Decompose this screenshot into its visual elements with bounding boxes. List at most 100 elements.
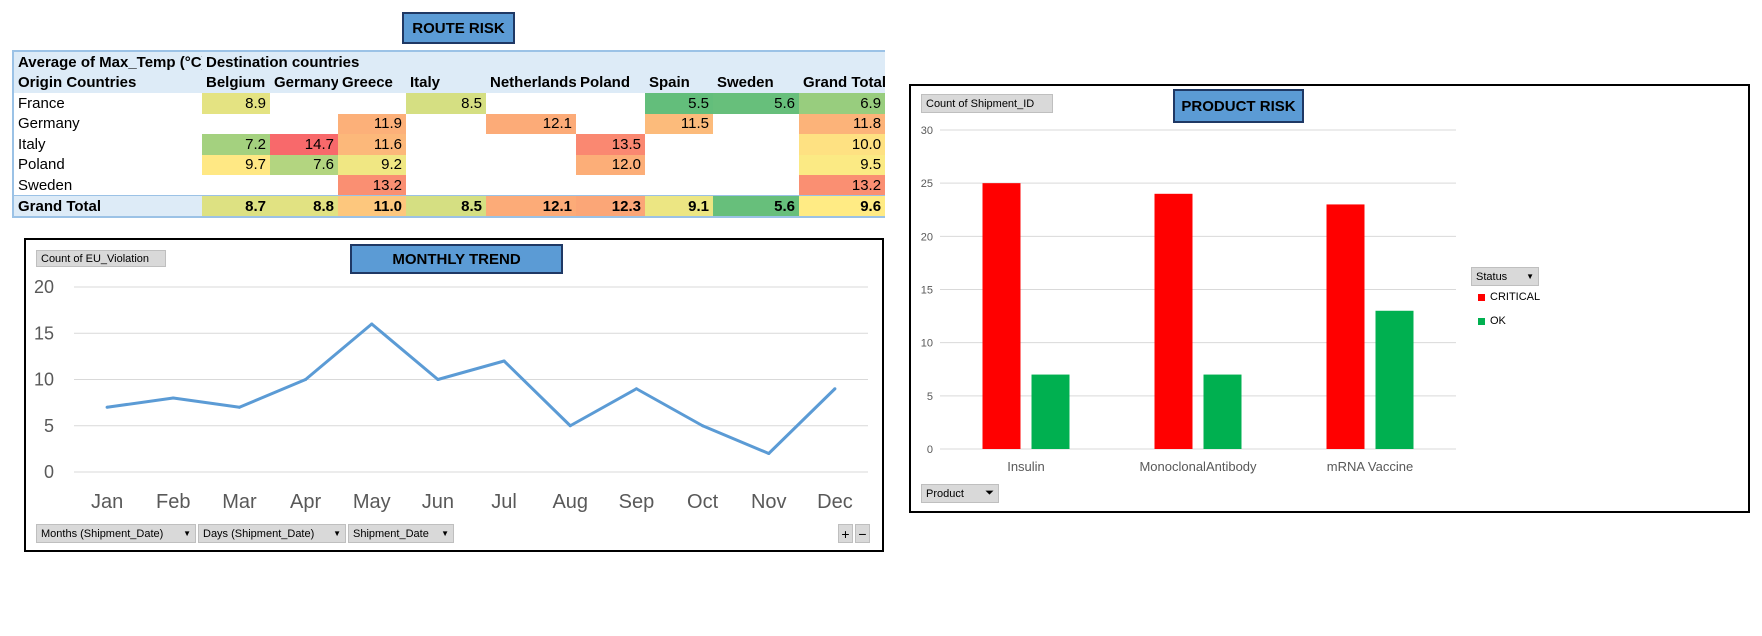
legend-item-critical: CRITICAL (1478, 291, 1540, 303)
column-header: Netherlands (486, 72, 576, 93)
legend-label-ok: OK (1490, 315, 1506, 327)
x-tick-label: Mar (222, 491, 257, 513)
monthly-trend-title: MONTHLY TREND (350, 244, 563, 274)
pivot-row: Sweden 13.2 13.2 (14, 175, 886, 196)
pivot-cell (406, 134, 486, 155)
total-cell: 5.6 (713, 195, 799, 216)
legend-status-button[interactable]: Status ▼ (1471, 267, 1539, 286)
data-point (833, 387, 837, 391)
dropdown-arrow-icon: ▼ (183, 529, 191, 538)
y-tick-label: 10 (921, 338, 933, 350)
series-line (106, 322, 836, 455)
total-label: Grand Total (14, 195, 202, 216)
pivot-cell: 9.7 (202, 154, 270, 175)
filter-months-label: Months (Shipment_Date) (41, 527, 164, 540)
pivot-cell (486, 134, 576, 155)
expand-button[interactable]: + (838, 524, 853, 543)
pivot-row: Poland 9.7 7.6 9.2 12.0 9.5 (14, 154, 886, 176)
pivot-row: France 8.9 8.5 5.5 5.6 6.9 (14, 93, 886, 114)
y-tick-label: 25 (921, 178, 933, 190)
pivot-cell (202, 175, 270, 196)
bar-critical (982, 183, 1021, 449)
pivot-cell: 9.2 (338, 154, 406, 175)
column-field-label: Destination countries (202, 52, 886, 73)
filter-months-button[interactable]: Months (Shipment_Date) ▼ (36, 524, 196, 543)
filter-days-button[interactable]: Days (Shipment_Date) ▼ (198, 524, 346, 543)
pivot-cell: 5.6 (713, 93, 799, 114)
filter-icon: ⏷ (985, 487, 994, 499)
x-tick-label: Feb (156, 491, 190, 513)
bar-critical (1154, 193, 1193, 449)
collapse-button[interactable]: − (855, 524, 870, 543)
row-label: France (18, 94, 65, 112)
pivot-cell (576, 175, 645, 196)
total-cell: 12.1 (486, 195, 576, 216)
x-tick-label: Sep (619, 491, 655, 513)
data-point (237, 405, 241, 409)
line-plot-area: 0 5 10 15 20 Jan Feb Mar Apr May Jun Jul Aug Sep Oct No… (34, 277, 868, 513)
y-tick-label: 15 (34, 323, 54, 343)
pivot-cell (486, 175, 576, 196)
total-cell: 9.6 (799, 195, 886, 216)
total-cell: 8.5 (406, 195, 486, 216)
column-header: Belgium (202, 72, 270, 93)
pivot-cell: 13.5 (576, 134, 645, 155)
y-tick-label: 5 (927, 391, 933, 403)
pivot-cell (486, 155, 576, 176)
pivot-row: Italy 7.2 14.7 11.6 13.5 10.0 (14, 134, 886, 155)
legend-title: Status (1476, 270, 1508, 283)
x-tick-label: Nov (751, 491, 787, 513)
pivot-cell (645, 134, 713, 155)
product-risk-chart[interactable]: Count of Shipment_ID 0 5 10 15 20 25 30 Insulin… (909, 84, 1750, 513)
monthly-trend-chart[interactable]: Count of EU_Violation 0 5 10 15 20 Jan Feb Mar A… (24, 238, 884, 552)
legend-swatch-ok (1478, 317, 1485, 325)
pivot-cell: 12.0 (576, 154, 645, 175)
pivot-cell: 11.6 (338, 134, 406, 155)
pivot-cell (576, 114, 645, 135)
bar-ok (1375, 310, 1414, 449)
row-label: Germany (18, 115, 80, 133)
pivot-column-header-row: Origin Countries Belgium Germany Greece Ital… (14, 72, 886, 93)
pivot-cell: 8.5 (406, 93, 486, 114)
pivot-cell (406, 155, 486, 176)
pivot-cell: 11.5 (645, 113, 713, 134)
axis-field-product-button[interactable]: Product ⏷ (921, 484, 999, 503)
legend-item-ok: OK (1478, 315, 1506, 327)
pivot-cell: 7.6 (270, 154, 338, 175)
filter-date-label: Shipment_Date (353, 527, 429, 540)
filter-date-button[interactable]: Shipment_Date ▼ (348, 524, 454, 543)
column-header: Poland (576, 72, 645, 93)
pivot-cell: 7.2 (202, 134, 270, 155)
x-tick-label: MonoclonalAntibody (1139, 459, 1257, 474)
dropdown-arrow-icon: ▼ (441, 529, 449, 538)
dropdown-arrow-icon: ▼ (1526, 272, 1534, 281)
pivot-cell (713, 114, 799, 135)
pivot-cell (338, 93, 406, 114)
pivot-cell (713, 175, 799, 196)
data-point (304, 378, 308, 381)
pivot-cell (486, 93, 576, 114)
data-point (105, 405, 109, 409)
corner-label: Average of Max_Temp (°C) (14, 52, 202, 73)
y-tick-label: 20 (34, 277, 54, 297)
column-header: Greece (338, 72, 406, 93)
bar-ok (1031, 374, 1070, 449)
data-point (436, 378, 440, 381)
data-point (568, 424, 572, 428)
data-point (634, 387, 638, 391)
column-header: Spain (645, 72, 713, 93)
y-tick-label: 5 (44, 416, 54, 436)
pivot-total-row: Grand Total 8.7 8.8 11.0 8.5 12.1 12.3 9.1 5.6 9.… (14, 195, 886, 216)
pivot-cell: 6.9 (799, 93, 886, 114)
total-cell: 11.0 (338, 195, 406, 216)
pivot-cell (406, 114, 486, 135)
x-tick-label: Insulin (1007, 459, 1045, 474)
column-header: Grand Total (799, 72, 886, 93)
pivot-cell: 12.1 (486, 113, 576, 134)
total-cell: 8.8 (270, 195, 338, 216)
y-tick-label: 0 (927, 444, 933, 456)
data-point (502, 359, 506, 363)
pivot-cell (713, 134, 799, 155)
pivot-cell (406, 175, 486, 196)
total-cell: 12.3 (576, 195, 645, 216)
